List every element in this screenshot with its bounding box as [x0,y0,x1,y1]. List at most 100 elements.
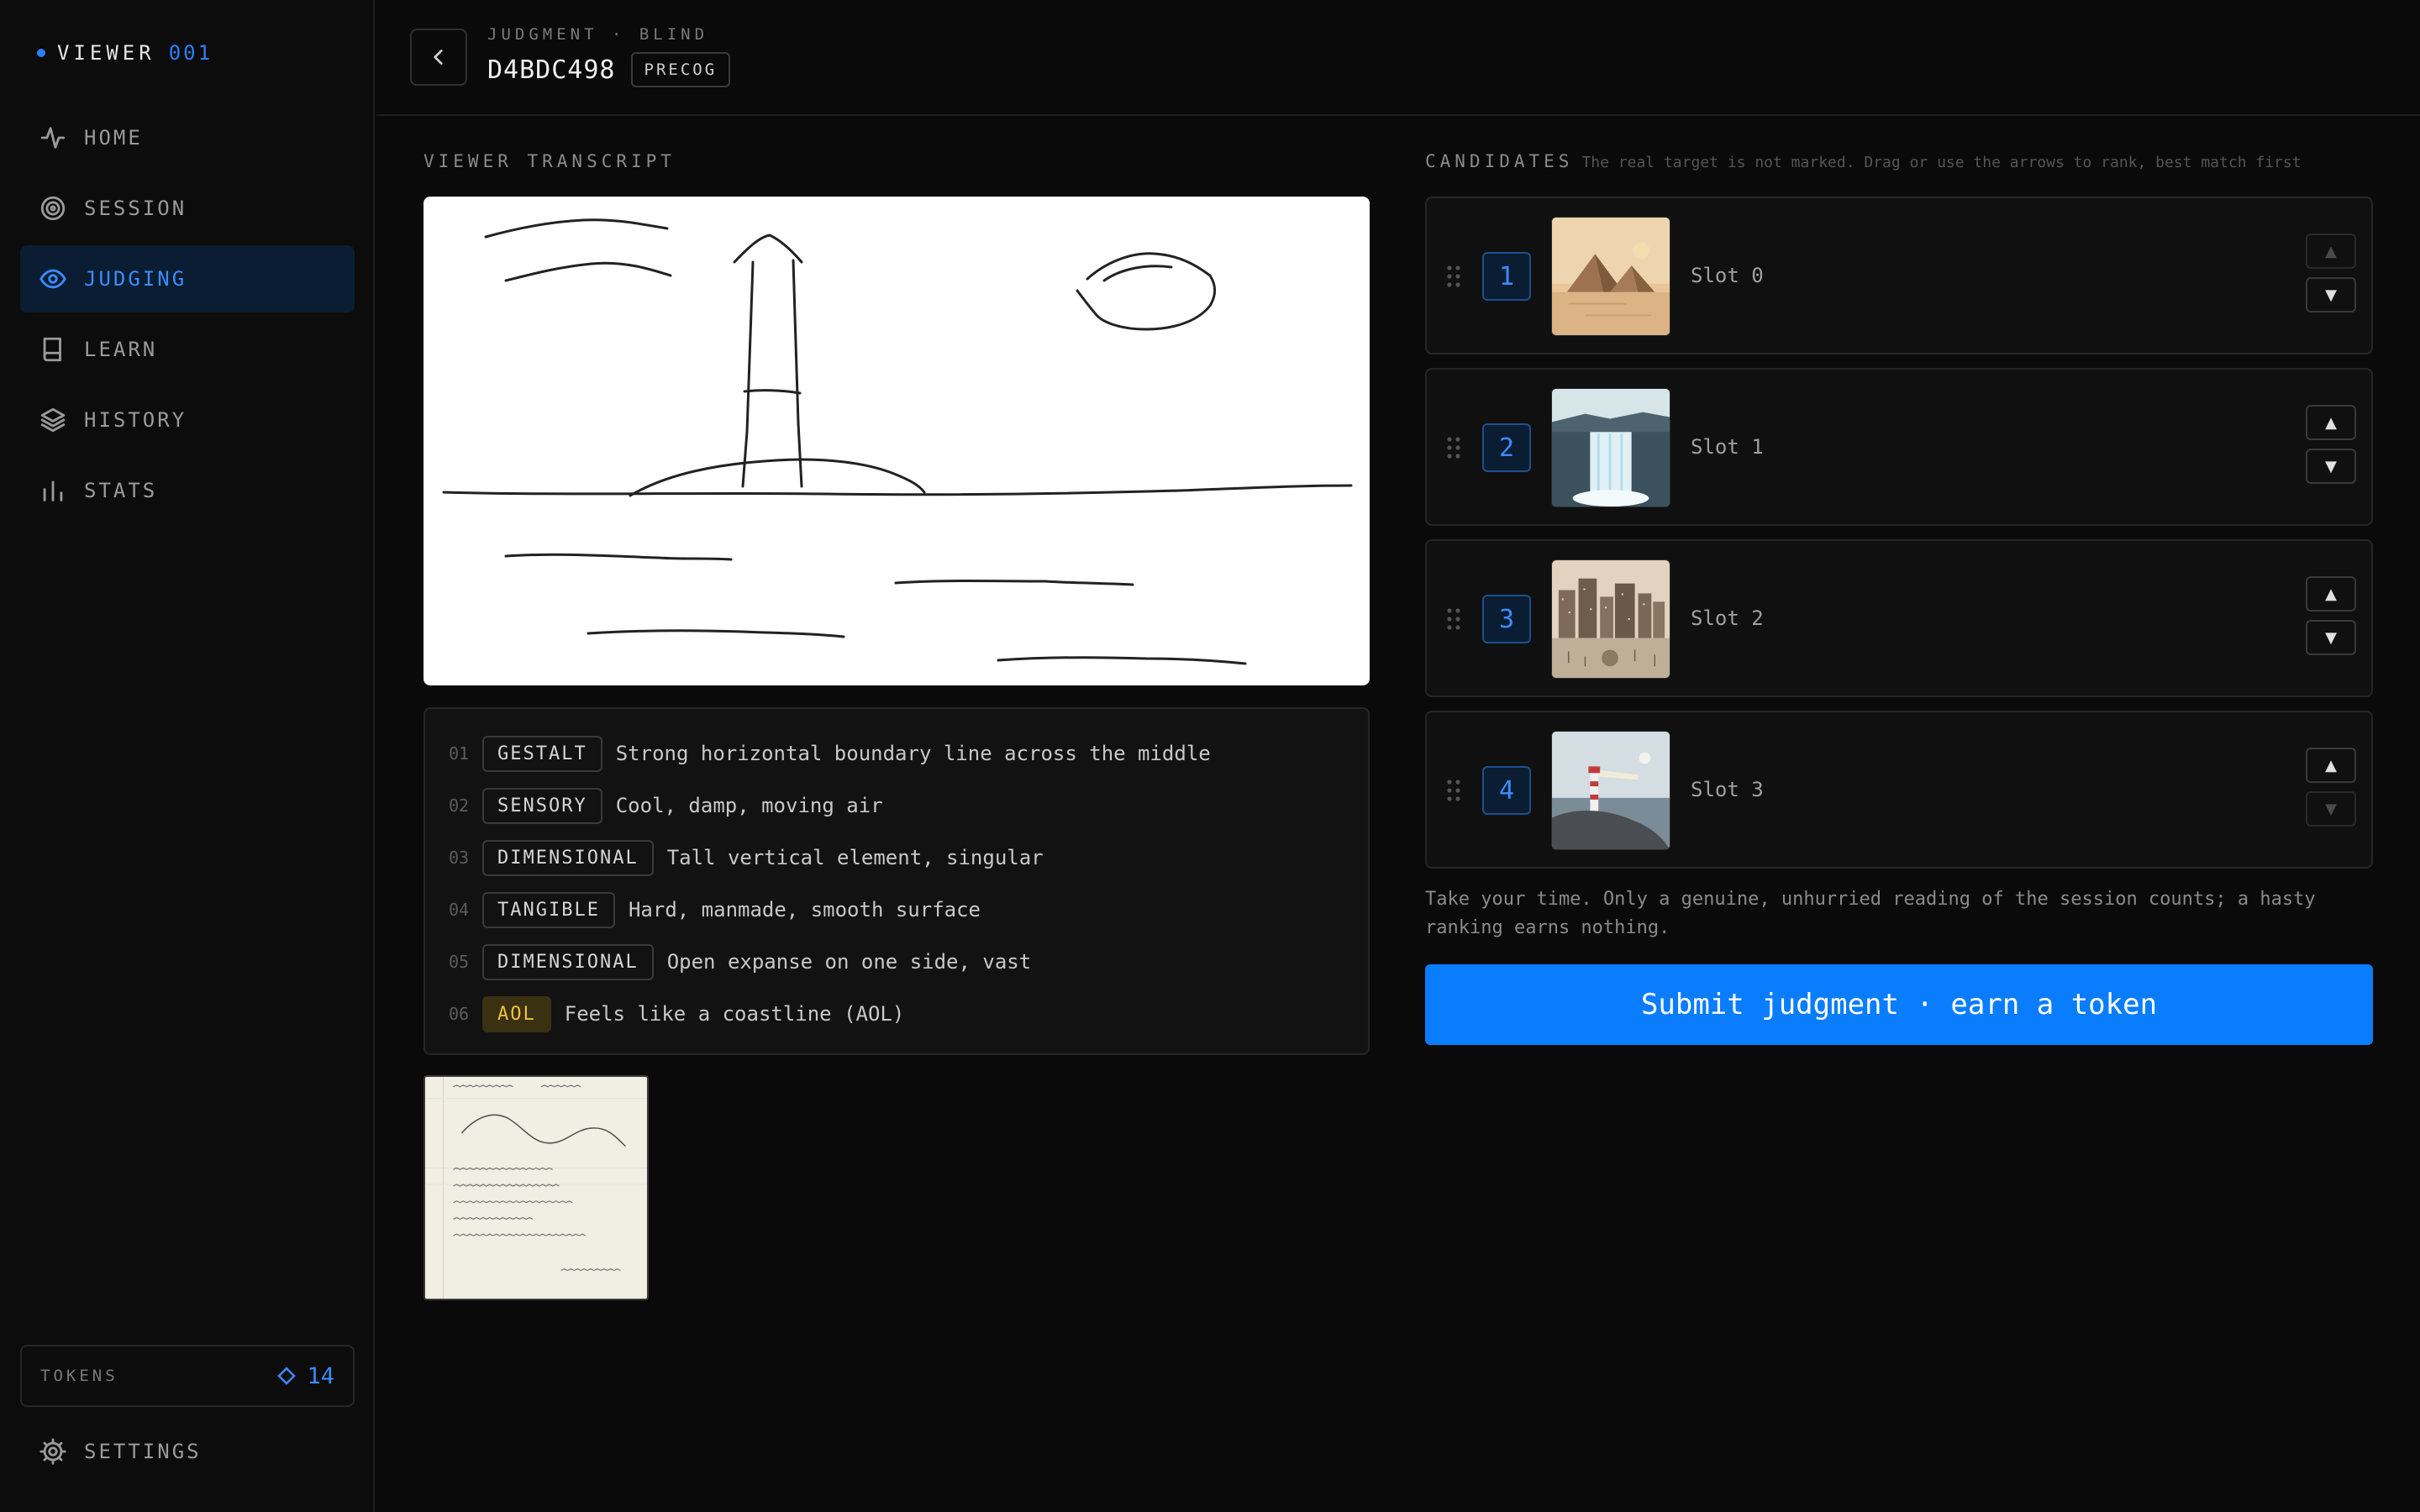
nav-item-label: LEARN [84,338,158,361]
note-tag: DIMENSIONAL [482,839,654,876]
transcript-page-thumbnail[interactable] [424,1075,649,1300]
candidate-image-lighthouse-coast [1551,731,1670,850]
brand: VIEWER 001 [37,39,213,67]
nav-item-session[interactable]: SESSION [20,175,355,242]
nav-item-settings[interactable]: SETTINGS [20,1418,355,1485]
note-row: 03 DIMENSIONAL Tall vertical element, si… [449,832,1344,884]
brand-number: 001 [168,41,213,65]
note-number: 01 [449,743,470,764]
note-text: Tall vertical element, singular [666,846,1044,869]
sketch-canvas [442,218,1353,665]
note-text: Cool, damp, moving air [615,794,883,817]
note-number: 02 [449,795,470,816]
nav-item-label: SESSION [84,197,187,220]
candidates-header: CANDIDATES The real target is not marked… [1425,151,2302,171]
page-header: JUDGMENT · BLIND D4BDC498 PRECOG [376,0,2420,116]
rank-number: 1 [1482,252,1531,301]
note-text: Hard, manmade, smooth surface [628,898,981,921]
slot-label: Slot 2 [1691,606,1764,630]
note-row: 01 GESTALT Strong horizontal boundary li… [449,727,1344,780]
note-number: 06 [449,1004,470,1024]
nav-item-home[interactable]: HOME [20,104,355,171]
note-tag: SENSORY [482,787,602,824]
nav-item-label: JUDGING [84,267,187,291]
aol-tag: AOL [482,995,551,1032]
notebook-page-image [425,1077,647,1299]
candidate-card[interactable]: 4 Slot 3 ▲ ▼ [1425,711,2373,869]
move-up-button[interactable]: ▲ [2306,405,2356,440]
tokens-value-wrap: 14 [276,1363,334,1389]
move-down-button[interactable]: ▼ [2306,277,2356,312]
nav-item-judging[interactable]: JUDGING [20,245,355,312]
drag-handle-icon[interactable] [1445,264,1462,289]
transcript-label: VIEWER TRANSCRIPT [424,151,676,171]
note-row: 06 AOL Feels like a coastline (AOL) [449,988,1344,1040]
transcript-notes: 01 GESTALT Strong horizontal boundary li… [424,707,1370,1055]
candidates-title: CANDIDATES [1425,151,1574,171]
note-number: 04 [449,900,470,920]
nav-item-history[interactable]: HISTORY [20,386,355,454]
header-kicker: JUDGMENT · BLIND [487,25,709,44]
diamond-icon [277,1367,297,1385]
rank-number: 3 [1482,595,1531,643]
tokens-counter: TOKENS 14 [20,1345,355,1407]
nav-item-learn[interactable]: LEARN [20,316,355,383]
drag-handle-icon[interactable] [1445,606,1462,632]
note-tag: DIMENSIONAL [482,943,654,980]
eye-icon [39,269,66,289]
candidates-hint: The real target is not marked. Drag or u… [1581,154,2302,171]
note-text: Strong horizontal boundary line across t… [615,742,1211,765]
move-down-button[interactable]: ▼ [2306,620,2356,655]
chevron-left-icon [434,50,443,65]
activity-icon [40,127,66,149]
brand-name: VIEWER [57,41,155,65]
drag-handle-icon[interactable] [1445,778,1462,803]
nav-item-label: SETTINGS [84,1440,202,1463]
note-row: 02 SENSORY Cool, damp, moving air [449,780,1344,832]
advice-text: Take your time. Only a genuine, unhurrie… [1425,889,2316,938]
candidate-image-city-skyline [1551,559,1670,679]
candidate-card[interactable]: 1 Slot 0 ▲ ▼ [1425,197,2373,354]
brand-dot [37,49,45,57]
book-icon [43,337,61,362]
sidebar: VIEWER 001 HOME SESSION JUDGING LEARN HI… [0,0,375,1512]
settings-nav: SETTINGS [20,1418,355,1488]
note-text: Feels like a coastline (AOL) [564,1002,905,1026]
layers-icon [40,407,66,433]
nav-item-stats[interactable]: STATS [20,457,355,524]
candidate-image-desert-pyramids [1551,217,1670,336]
move-up-button[interactable]: ▲ [2306,748,2356,783]
note-tag: TANGIBLE [482,891,615,928]
main-nav: HOME SESSION JUDGING LEARN HISTORY STATS [20,104,355,528]
submit-judgment-button[interactable]: Submit judgment · earn a token [1425,964,2373,1045]
target-icon [40,196,66,221]
bar-chart-icon [43,480,63,501]
move-up-button[interactable]: ▲ [2306,234,2356,269]
gear-icon [39,1438,66,1465]
note-number: 03 [449,848,470,868]
candidate-card[interactable]: 3 Slot 2 ▲ ▼ [1425,539,2373,697]
candidate-image-waterfall [1551,388,1670,507]
note-row: 04 TANGIBLE Hard, manmade, smooth surfac… [449,884,1344,936]
mode-badge: PRECOG [630,52,731,87]
nav-item-label: HISTORY [84,408,187,432]
nav-item-label: STATS [84,479,158,502]
back-button[interactable] [410,29,467,86]
slot-label: Slot 3 [1691,778,1764,801]
page-title: D4BDC498 [487,55,616,85]
drag-handle-icon[interactable] [1445,435,1462,460]
note-row: 05 DIMENSIONAL Open expanse on one side,… [449,936,1344,988]
move-down-button[interactable]: ▼ [2306,449,2356,484]
move-up-button[interactable]: ▲ [2306,576,2356,612]
slot-label: Slot 1 [1691,435,1764,459]
tokens-label: TOKENS [40,1367,118,1385]
tokens-value: 14 [307,1362,334,1389]
candidate-card[interactable]: 2 Slot 1 ▲ ▼ [1425,368,2373,526]
rank-number: 4 [1482,766,1531,815]
move-down-button[interactable]: ▼ [2306,791,2356,827]
rank-number: 2 [1482,423,1531,472]
note-number: 05 [449,952,470,972]
note-text: Open expanse on one side, vast [666,950,1032,974]
header-title-row: D4BDC498 PRECOG [487,52,731,87]
viewer-sketch [424,197,1370,685]
